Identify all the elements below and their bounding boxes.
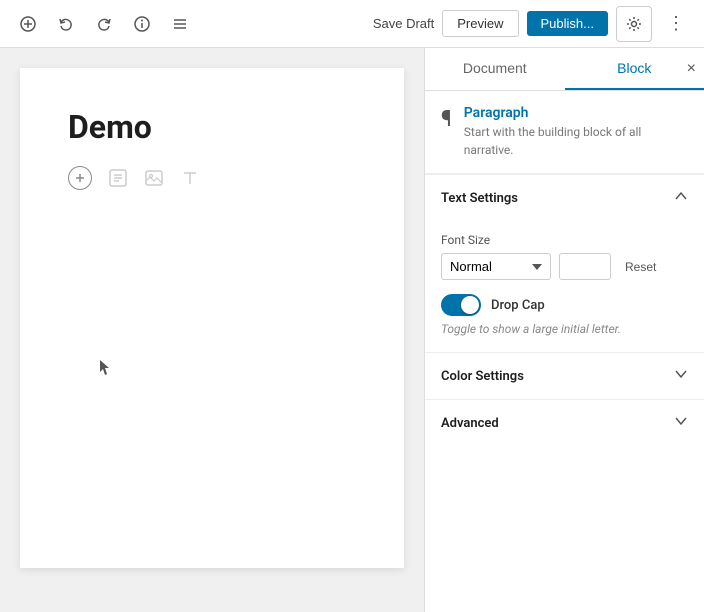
font-size-row: Small Normal Medium Large Larger Reset [441,253,688,280]
advanced-section: Advanced [425,399,704,446]
drop-cap-toggle[interactable] [441,294,481,316]
settings-button[interactable] [616,6,652,42]
text-toolbar-icon [180,168,200,188]
advanced-chevron [674,414,688,432]
redo-button[interactable] [88,8,120,40]
sidebar-close-button[interactable]: × [687,60,696,78]
redo-icon [96,16,112,32]
text-settings-body: Font Size Small Normal Medium Large Larg… [425,221,704,352]
editor: Demo [0,48,424,612]
gear-icon [626,16,642,32]
drop-cap-label: Drop Cap [491,298,545,313]
info-icon [134,16,150,32]
image-toolbar-icon [144,168,164,188]
advanced-header[interactable]: Advanced [425,399,704,446]
drop-cap-row: Drop Cap [441,294,688,316]
color-settings-chevron [674,367,688,385]
main-area: Demo [0,48,704,612]
chevron-down-icon [674,367,688,381]
advanced-label: Advanced [441,416,499,431]
font-size-label: Font Size [441,233,688,247]
editor-inner: Demo [20,68,404,568]
paragraph-toolbar [108,168,200,188]
text-settings-label: Text Settings [441,191,518,206]
sidebar-content: ¶ Paragraph Start with the building bloc… [425,91,704,612]
chevron-down-icon-2 [674,414,688,428]
plus-icon [20,16,36,32]
info-button[interactable] [126,8,158,40]
paragraph-toolbar-icon [108,168,128,188]
color-settings-header[interactable]: Color Settings [425,352,704,399]
undo-button[interactable] [50,8,82,40]
chevron-up-icon [674,189,688,203]
text-settings-section: Text Settings Font Size Small Normal Med… [425,174,704,352]
reset-font-size-button[interactable]: Reset [619,256,662,278]
drop-cap-hint: Toggle to show a large initial letter. [441,322,688,336]
cursor-indicator [98,358,112,382]
font-size-input[interactable] [559,253,611,280]
text-settings-header[interactable]: Text Settings [425,174,704,221]
text-settings-chevron [674,189,688,207]
publish-button[interactable]: Publish... [527,11,608,36]
toolbar-left [12,8,196,40]
save-draft-button[interactable]: Save Draft [373,16,434,31]
color-settings-label: Color Settings [441,369,524,384]
add-block-inline-button[interactable] [68,166,92,190]
paragraph-icon: ¶ [441,107,452,132]
font-size-select[interactable]: Small Normal Medium Large Larger [441,253,551,280]
add-block-toolbar-button[interactable] [12,8,44,40]
editor-title[interactable]: Demo [68,108,356,146]
sidebar: Document Block × ¶ Paragraph Start with … [424,48,704,612]
plus-small-icon [75,173,85,183]
block-title: Paragraph [464,105,688,121]
sidebar-tabs: Document Block × [425,48,704,91]
preview-button[interactable]: Preview [442,10,518,37]
undo-icon [58,16,74,32]
toolbar: Save Draft Preview Publish... ⋮ [0,0,704,48]
menu-button[interactable] [164,8,196,40]
more-options-button[interactable]: ⋮ [660,8,692,40]
block-info: ¶ Paragraph Start with the building bloc… [425,91,704,174]
tab-document[interactable]: Document [425,48,565,90]
color-settings-section: Color Settings [425,352,704,399]
block-info-text: Paragraph Start with the building block … [464,105,688,159]
toggle-knob [461,296,479,314]
tab-block[interactable]: Block [565,48,704,90]
toolbar-right: Save Draft Preview Publish... ⋮ [373,6,692,42]
cursor-icon [98,358,112,378]
paragraph-area [68,166,356,190]
block-description: Start with the building block of all nar… [464,123,688,159]
menu-icon [172,16,188,32]
